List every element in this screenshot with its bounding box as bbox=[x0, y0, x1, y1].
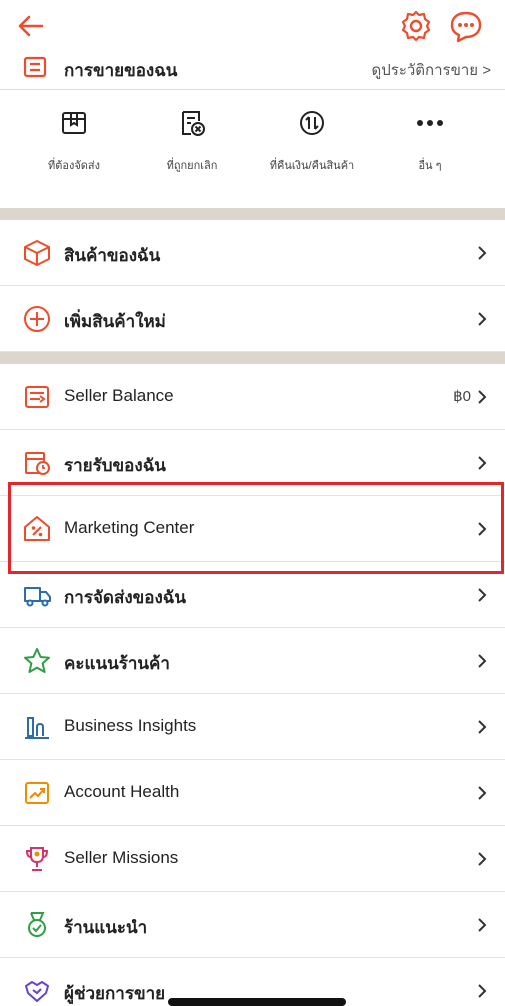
chevron-right-icon bbox=[478, 588, 487, 602]
chevron-right-icon bbox=[478, 984, 487, 998]
chevron-right-icon bbox=[478, 918, 487, 932]
more-icon bbox=[417, 120, 443, 126]
refund-icon bbox=[300, 111, 324, 135]
menu-row-account-health[interactable]: Account Health bbox=[0, 760, 505, 826]
menu-row-label: การจัดส่งของฉัน bbox=[64, 588, 186, 607]
menu-row-business-insights[interactable]: Business Insights bbox=[0, 694, 505, 760]
trophy-icon bbox=[25, 847, 49, 871]
menu-row-label: Account Health bbox=[64, 782, 180, 801]
shortcut-cancelled[interactable]: ที่ถูกยกเลิก bbox=[132, 108, 252, 174]
cancelled-order-icon bbox=[182, 111, 205, 136]
back-arrow-icon[interactable] bbox=[12, 6, 52, 46]
chevron-right-icon bbox=[478, 654, 487, 668]
top-bar bbox=[0, 0, 505, 52]
menu-row-add-product[interactable]: เพิ่มสินค้าใหม่ bbox=[0, 286, 505, 352]
menu-row-label: สินค้าของฉัน bbox=[64, 246, 161, 265]
menu-row-seller-missions[interactable]: Seller Missions bbox=[0, 826, 505, 892]
chevron-right-icon bbox=[478, 246, 487, 260]
menu-row-my-shipping[interactable]: การจัดส่งของฉัน bbox=[0, 562, 505, 628]
home-indicator bbox=[168, 998, 346, 1006]
menu-row-seller-balance[interactable]: Seller Balance ฿0 bbox=[0, 364, 505, 430]
star-icon bbox=[24, 648, 50, 673]
section-divider bbox=[0, 352, 505, 364]
my-sales-title: การขายของฉน bbox=[64, 61, 178, 80]
view-sales-history-link[interactable]: ดูประวัติการขาย > bbox=[372, 58, 492, 82]
shortcut-more[interactable]: อื่น ๆ bbox=[370, 108, 490, 174]
chat-icon[interactable] bbox=[446, 6, 486, 46]
menu-row-label: Business Insights bbox=[64, 716, 197, 735]
my-sales-header[interactable]: การขายของฉน ดูประวัติการขาย > bbox=[0, 46, 505, 90]
box-icon bbox=[24, 240, 50, 266]
menu-row-shop-rating[interactable]: คะแนนร้านค้า bbox=[0, 628, 505, 694]
chevron-right-icon bbox=[478, 522, 487, 536]
menu-row-label: เพิ่มสินค้าใหม่ bbox=[64, 312, 166, 331]
chevron-right-icon bbox=[478, 312, 487, 326]
menu-row-my-products[interactable]: สินค้าของฉัน bbox=[0, 220, 505, 286]
seller-balance-value: ฿0 bbox=[453, 388, 471, 405]
menu-row-label: ผู้ช่วยการขาย bbox=[64, 984, 166, 1003]
shortcut-refund[interactable]: ที่คืนเงิน/คืนสินค้า bbox=[252, 108, 372, 174]
menu-row-label: รายรับของฉัน bbox=[64, 456, 166, 475]
section-divider bbox=[0, 208, 505, 220]
chevron-right-icon bbox=[478, 786, 487, 800]
menu-row-my-income[interactable]: รายรับของฉัน bbox=[0, 430, 505, 496]
marketing-icon bbox=[24, 516, 50, 541]
chevron-right-icon bbox=[478, 456, 487, 470]
menu-row-label: Seller Balance bbox=[64, 386, 174, 405]
menu-row-label: Marketing Center bbox=[64, 518, 195, 537]
menu-row-marketing-center[interactable]: Marketing Center bbox=[0, 496, 505, 562]
income-icon bbox=[25, 452, 50, 475]
menu-row-recommended-shop[interactable]: ร้านแนะนำ bbox=[0, 892, 505, 958]
medal-icon bbox=[28, 912, 46, 937]
package-icon bbox=[62, 112, 86, 134]
handshake-icon bbox=[25, 981, 49, 1002]
order-shortcuts: ที่ต้องจัดส่ง ที่ถูกยกเลิก ที่คืนเงิน/คื… bbox=[0, 90, 505, 208]
truck-icon bbox=[24, 587, 51, 607]
gear-icon[interactable] bbox=[396, 6, 436, 46]
chevron-right-icon bbox=[478, 720, 487, 734]
health-icon bbox=[25, 782, 49, 804]
chevron-right-icon bbox=[478, 390, 487, 404]
menu-row-label: คะแนนร้านค้า bbox=[64, 654, 170, 673]
shortcut-to-ship[interactable]: ที่ต้องจัดส่ง bbox=[14, 108, 134, 174]
chart-icon bbox=[25, 717, 49, 739]
wallet-icon bbox=[25, 386, 49, 408]
chevron-right-icon bbox=[478, 852, 487, 866]
menu-row-label: ร้านแนะนำ bbox=[64, 918, 148, 937]
add-circle-icon bbox=[24, 306, 50, 332]
list-icon bbox=[23, 56, 47, 78]
menu-row-label: Seller Missions bbox=[64, 848, 179, 867]
